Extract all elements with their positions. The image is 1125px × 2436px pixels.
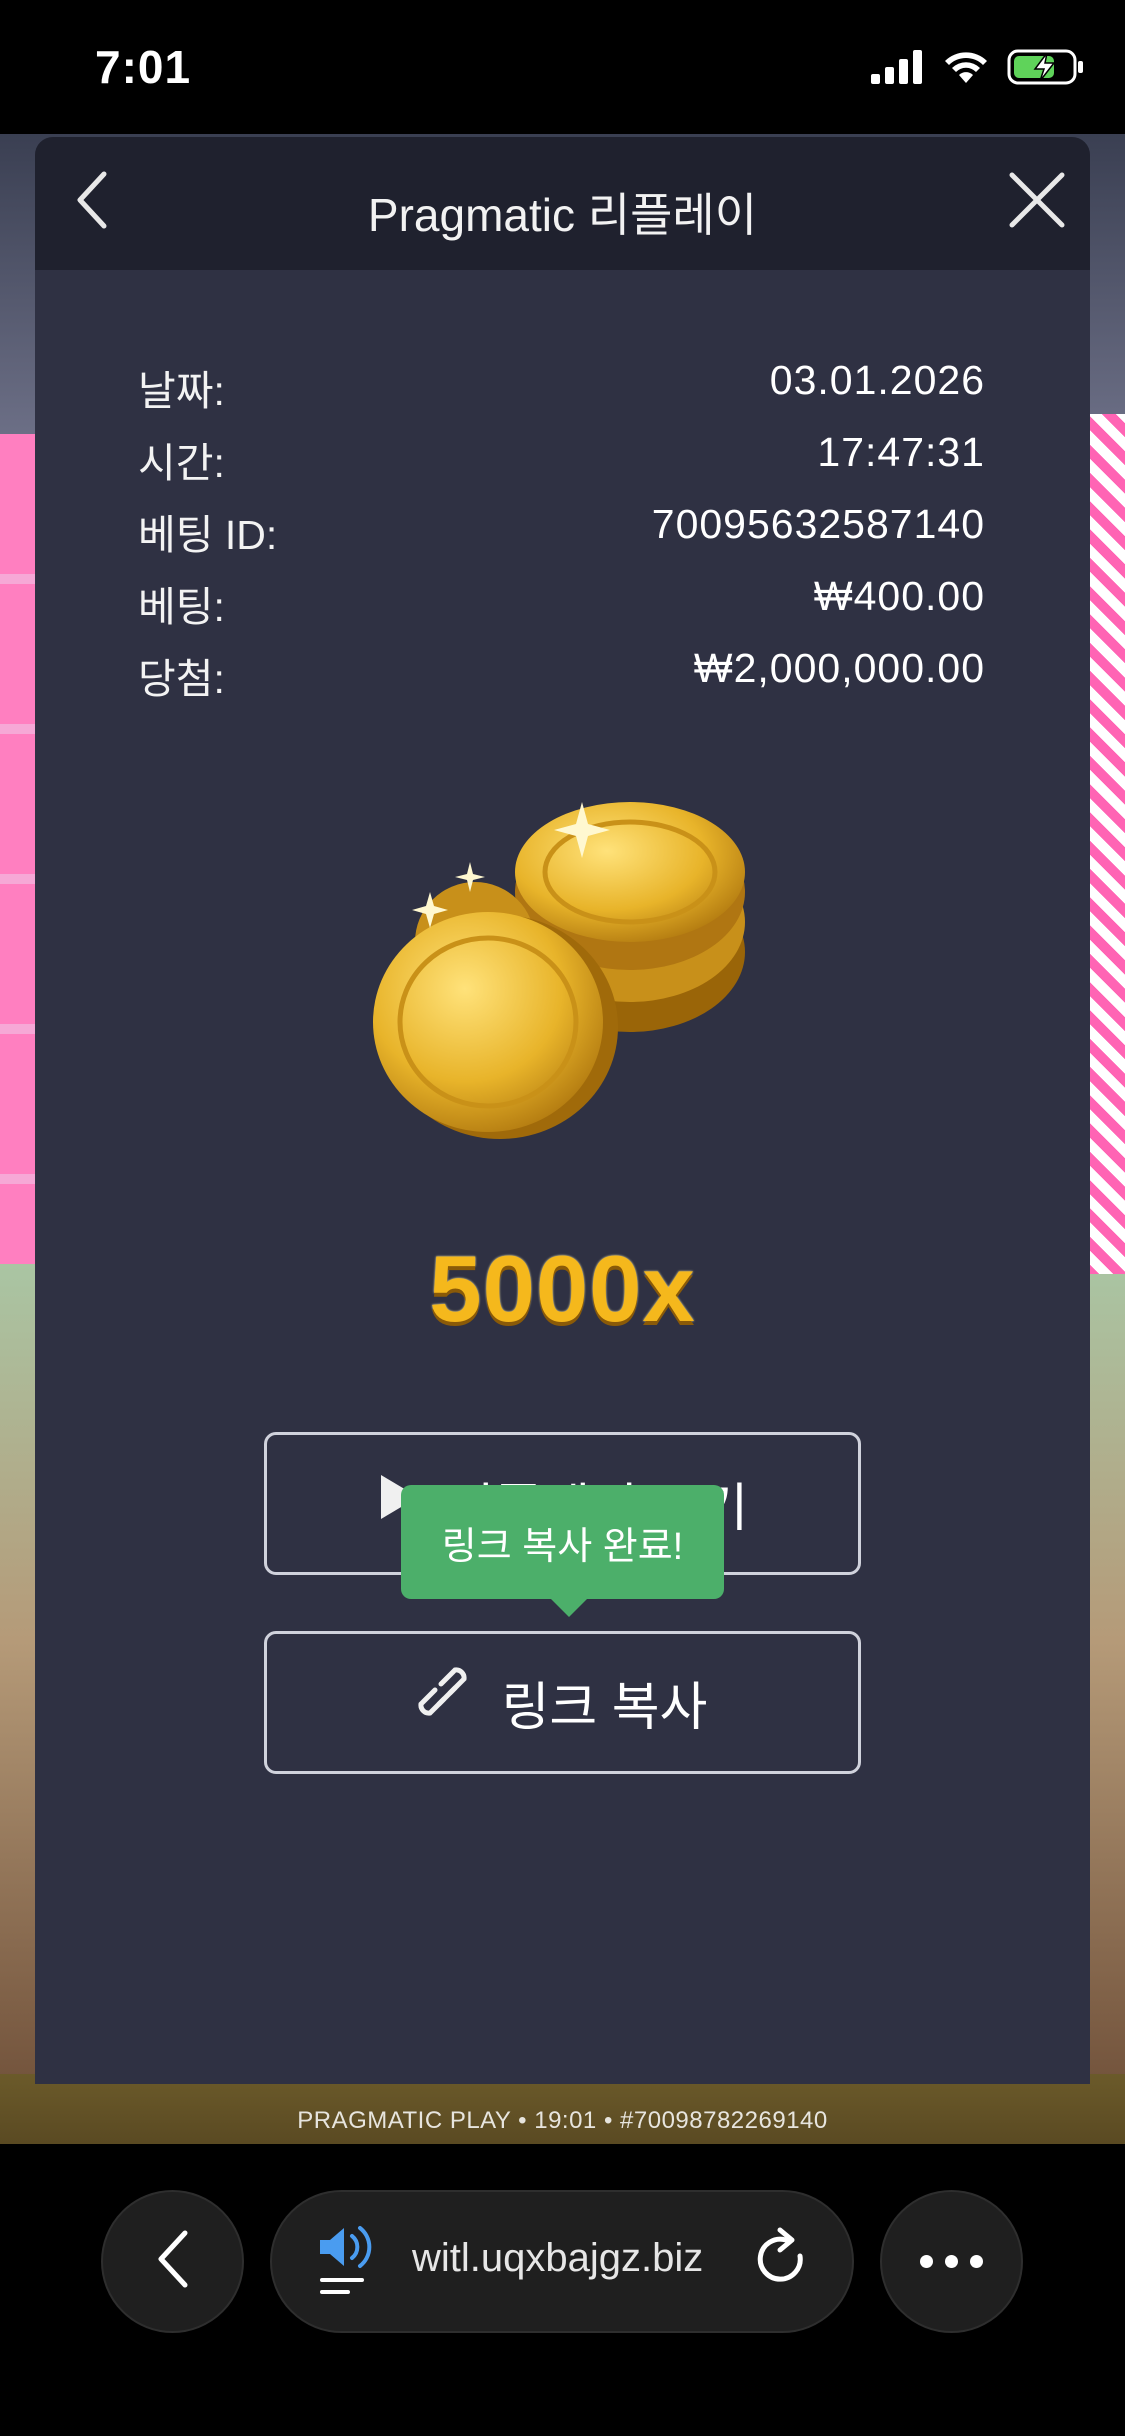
- coins-icon: [360, 802, 810, 1172]
- info-label: 날짜:: [138, 368, 225, 414]
- battery-charging-icon: [1007, 48, 1085, 91]
- signal-icon: [871, 50, 925, 89]
- url-text: witl.uqxbajgz.biz: [412, 2236, 704, 2280]
- reel-frame-left: [0, 434, 36, 1264]
- copy-link-label: 링크 복사: [501, 1679, 708, 1737]
- info-row-win: 당첨: ₩2,000,000.00: [138, 645, 985, 717]
- more-dots-icon: [970, 2255, 983, 2268]
- more-dots-icon: [920, 2255, 933, 2268]
- browser-back-button[interactable]: [101, 2190, 244, 2333]
- win-multiplier: 5000x: [429, 1236, 696, 1341]
- modal-header: Pragmatic 리플레이: [35, 137, 1090, 270]
- info-label: 당첨:: [138, 656, 225, 702]
- replay-modal: Pragmatic 리플레이 날짜: 03.01.2026 시간: 17:47:…: [35, 137, 1090, 2084]
- close-icon: [1008, 171, 1066, 234]
- reel-frame-right: [1085, 414, 1125, 1274]
- info-label: 시간:: [138, 440, 225, 486]
- info-value: 03.01.2026: [769, 357, 985, 403]
- info-label: 베팅 ID:: [138, 512, 278, 558]
- info-value: ₩2,000,000.00: [693, 645, 985, 691]
- status-time: 7:01: [95, 41, 192, 93]
- status-icons: [871, 48, 1085, 91]
- info-value: ₩400.00: [813, 573, 985, 619]
- info-row-bet: 베팅: ₩400.00: [138, 573, 985, 645]
- link-icon: [418, 1667, 476, 1738]
- chevron-left-icon: [155, 2229, 191, 2294]
- copy-success-toast: 링크 복사 완료!: [401, 1485, 724, 1617]
- browser-more-button[interactable]: [880, 2190, 1023, 2333]
- reload-icon[interactable]: [748, 2226, 818, 2296]
- info-row-date: 날짜: 03.01.2026: [138, 357, 985, 429]
- modal-title: Pragmatic 리플레이: [367, 189, 758, 241]
- info-row-bet-id: 베팅 ID: 70095632587140: [138, 501, 985, 573]
- status-bar: 7:01: [0, 0, 1125, 134]
- browser-address-bar[interactable]: witl.uqxbajgz.biz: [270, 2190, 854, 2333]
- wifi-icon: [943, 50, 989, 89]
- speaker-icon[interactable]: [316, 2222, 386, 2302]
- modal-close-button[interactable]: [1002, 167, 1072, 237]
- info-value: 70095632587140: [651, 501, 985, 547]
- info-value: 17:47:31: [817, 429, 985, 475]
- game-footer-text: PRAGMATIC PLAY • 19:01 • #70098782269140: [297, 2107, 828, 2134]
- more-dots-icon: [945, 2255, 958, 2268]
- copy-link-button[interactable]: 링크 복사: [264, 1631, 861, 1774]
- info-label: 베팅:: [138, 584, 225, 630]
- info-row-time: 시간: 17:47:31: [138, 429, 985, 501]
- bet-info-list: 날짜: 03.01.2026 시간: 17:47:31 베팅 ID: 70095…: [138, 357, 985, 717]
